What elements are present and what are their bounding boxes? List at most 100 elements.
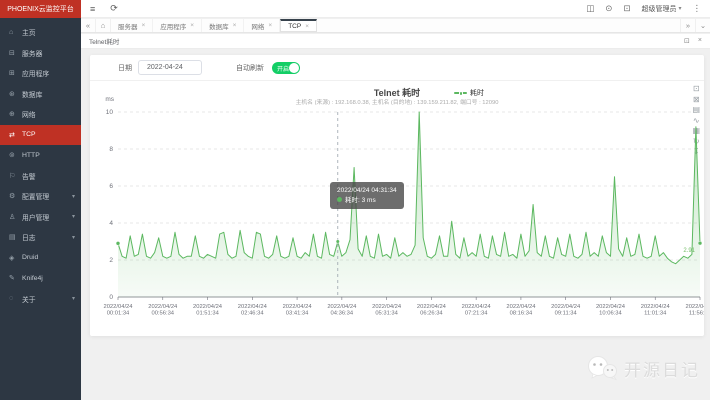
- sidebar-item-config[interactable]: ⚙配置管理▾: [0, 186, 81, 207]
- watermark: 开源日记: [587, 355, 700, 381]
- more-menu-icon[interactable]: ⋮: [693, 3, 702, 14]
- date-input[interactable]: [138, 60, 202, 75]
- sidebar-item-label: 网络: [22, 109, 36, 119]
- sidebar-item-label: 用户管理: [22, 212, 49, 222]
- sidebar-item-label: 日志: [22, 232, 36, 242]
- x-tick-label: 2022/04/2403:41:34: [283, 304, 313, 317]
- sidebar-item-http[interactable]: ⊚HTTP: [0, 145, 81, 166]
- x-tick-label: 2022/04/2406:26:34: [417, 304, 447, 317]
- log-icon: ▤: [9, 233, 18, 241]
- sidebar-item-label: TCP: [22, 131, 36, 138]
- druid-icon: ◈: [9, 254, 18, 262]
- sidebar-item-label: 应用程序: [22, 68, 49, 78]
- y-tick-label: 6: [109, 183, 113, 190]
- x-tick-label: 2022/04/2411:56:34: [685, 304, 704, 317]
- autorefresh-toggle[interactable]: 开启: [272, 62, 300, 74]
- sidebar-item-network[interactable]: ⊕网络: [0, 104, 81, 125]
- tooltip-value: 3 ms: [362, 197, 376, 204]
- tcp-icon: ⇄: [9, 131, 18, 139]
- close-tab-icon[interactable]: ×: [142, 22, 146, 29]
- sidebar-item-app[interactable]: ⊞ 应用程序: [0, 63, 81, 84]
- tab-network[interactable]: 网络×: [244, 19, 280, 32]
- about-icon: ◌: [9, 295, 18, 302]
- fullscreen-icon[interactable]: ⊡: [623, 3, 630, 14]
- x-tick-label: 2022/04/2405:31:34: [372, 304, 402, 317]
- hovered-point-marker: [336, 240, 340, 244]
- application-icon: ⊞: [9, 69, 18, 77]
- x-tick-label: 2022/04/2404:36:34: [327, 304, 357, 317]
- home-tab-icon[interactable]: ⌂: [96, 19, 111, 32]
- sidebar: PHOENIX云监控平台 ⌂主页 ⊟ 服务器 ⊞ 应用程序 ⊛数据库⊕网络 ⇄ TCP ⊚HTT…: [0, 0, 81, 400]
- user-name: 超级管理员: [641, 4, 676, 14]
- toggle-on-label: 开启: [277, 64, 289, 73]
- chart-tooltip: 2022/04/24 04:31:34 耗时: 3 ms: [330, 182, 404, 209]
- series-start-marker: [116, 241, 120, 245]
- sidebar-nav: ⌂主页 ⊟ 服务器 ⊞ 应用程序 ⊛数据库⊕网络 ⇄ TCP ⊚HTTP⚐告警⚙配置管理▾♙用户…: [0, 18, 81, 309]
- y-tick-label: 2: [109, 257, 113, 264]
- alarm-icon: ⚐: [9, 172, 18, 180]
- y-tick-label: 4: [109, 220, 113, 227]
- sidebar-item-druid[interactable]: ◈Druid: [0, 248, 81, 269]
- close-tab-icon[interactable]: ×: [190, 22, 194, 29]
- home-icon: ⌂: [9, 29, 18, 36]
- refresh-icon[interactable]: ⟳: [110, 3, 118, 14]
- tab-tcp[interactable]: TCP ×: [280, 19, 317, 32]
- server-icon: ⊟: [9, 49, 18, 57]
- sidebar-item-database[interactable]: ⊛数据库: [0, 84, 81, 105]
- tooltip-value-row: 耗时: 3 ms: [337, 196, 397, 206]
- tab-server[interactable]: 服务器×: [111, 19, 153, 32]
- x-tick-label: 2022/04/2411:01:34: [641, 304, 671, 317]
- chart-canvas[interactable]: 0246810ms2022/04/2400:01:342022/04/2400:…: [90, 82, 704, 336]
- sidebar-item-home[interactable]: ⌂主页: [0, 22, 81, 43]
- tab-list: 服务器×应用程序×数据库×网络×TCP×: [111, 19, 317, 32]
- sidebar-item-alert[interactable]: ⚐告警: [0, 166, 81, 187]
- scroll-tabs-right-icon[interactable]: »: [680, 19, 695, 32]
- sidebar-item-label: Knife4j: [22, 275, 43, 282]
- y-tick-label: 10: [106, 109, 114, 116]
- screen-icon[interactable]: ◫: [586, 3, 594, 14]
- sidebar-item-users[interactable]: ♙用户管理▾: [0, 207, 81, 228]
- main-area: ≡ ⟳ ◫⊙⊡ 超级管理员 ▾ ⋮ « ⌂ 服务器×应用程序×数据库×网络×TC…: [81, 0, 710, 400]
- tab-options-icon[interactable]: ⌄: [695, 19, 710, 32]
- sidebar-item-tcp[interactable]: ⇄ TCP: [0, 125, 81, 146]
- panel-actions: ⊡ ×: [684, 37, 702, 45]
- tab-label: 数据库: [209, 21, 229, 31]
- toggle-knob: [289, 63, 299, 73]
- sidebar-item-logs[interactable]: ▤日志▾: [0, 227, 81, 248]
- user-menu[interactable]: 超级管理员 ▾: [641, 4, 681, 14]
- screen: { "app": { "logo_text": "PHOENIX云监控平台" }…: [0, 0, 710, 400]
- sidebar-item-about[interactable]: ◌关于▾: [0, 289, 81, 310]
- card-header: 日期 自动刷新 开启: [90, 55, 704, 81]
- y-axis-name: ms: [105, 96, 114, 103]
- app-logo: PHOENIX云监控平台: [0, 0, 81, 18]
- topbar: ≡ ⟳ ◫ ⊙ ⊡ 超级管理员 ▾ ⋮: [81, 0, 710, 18]
- tab-app[interactable]: 应用程序 ×: [153, 19, 202, 32]
- wechat-icon: [587, 355, 619, 381]
- panel-titlebar: Telnet耗时 ⊡ ×: [81, 34, 710, 49]
- menu-icon[interactable]: ≡: [90, 4, 95, 14]
- x-tick-label: 2022/04/2401:51:34: [193, 304, 223, 317]
- close-tab-icon[interactable]: ×: [305, 23, 309, 30]
- restore-window-icon[interactable]: ⊡: [684, 37, 690, 45]
- tab-label: TCP: [288, 23, 301, 30]
- scroll-tabs-left-icon[interactable]: «: [81, 19, 96, 32]
- tab-database[interactable]: 数据库 ×: [202, 19, 244, 32]
- sidebar-item-label: 服务器: [22, 48, 42, 58]
- y-tick-label: 0: [109, 294, 113, 301]
- autorefresh-label: 自动刷新: [236, 63, 264, 73]
- close-panel-icon[interactable]: ×: [698, 37, 702, 45]
- knife4j-icon: ✎: [9, 274, 18, 282]
- chevron-down-icon: ▾: [678, 5, 681, 12]
- x-tick-label: 2022/04/2409:11:34: [551, 304, 581, 317]
- message-icon[interactable]: ⊙: [605, 3, 612, 14]
- sidebar-item-knife4j[interactable]: ✎ Knife4j: [0, 268, 81, 289]
- watermark-text: 开源日记: [624, 356, 700, 381]
- x-tick-label: 2022/04/2400:01:34: [103, 304, 133, 317]
- sidebar-item-label: HTTP: [22, 152, 40, 159]
- chart-card: 日期 自动刷新 开启 Telnet 耗时 主机名 (来源) : 192.168.…: [90, 55, 704, 336]
- close-tab-icon[interactable]: ×: [233, 22, 237, 29]
- topbar-right: ◫ ⊙ ⊡ 超级管理员 ▾ ⋮: [586, 3, 701, 14]
- sidebar-item-server[interactable]: ⊟ 服务器: [0, 43, 81, 64]
- tab-label: 应用程序: [160, 21, 186, 31]
- close-tab-icon[interactable]: ×: [268, 22, 272, 29]
